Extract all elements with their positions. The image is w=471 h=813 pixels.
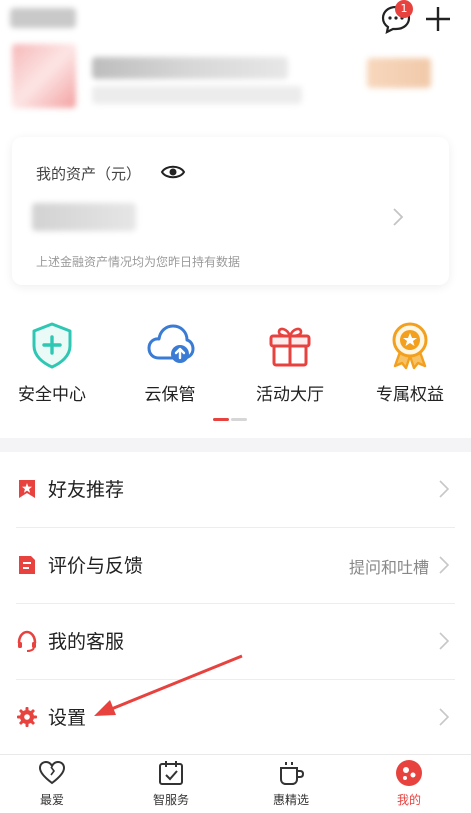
tab-label: 惠精选	[272, 793, 309, 807]
headset-icon	[17, 630, 37, 652]
assets-card[interactable]: 我的资产（元） 上述金融资产情况均为您昨日持有数据	[12, 137, 449, 285]
profile-icon	[396, 760, 422, 786]
menu-item-label: 我的客服	[48, 631, 125, 653]
pager-dot	[231, 418, 247, 421]
avatar[interactable]	[12, 44, 76, 108]
bottom-tab-bar: 最爱 智服务 惠精选 我的	[0, 754, 471, 813]
chevron-right-icon	[392, 207, 404, 231]
blurred-username	[92, 57, 288, 79]
menu-item-label: 好友推荐	[48, 479, 125, 501]
message-badge: 1	[395, 0, 413, 18]
tab-selected-deals[interactable]: 惠精选	[251, 759, 331, 813]
blurred-app-label	[10, 8, 76, 28]
add-button[interactable]	[424, 5, 454, 35]
calendar-check-icon	[159, 761, 183, 785]
tab-smart-service[interactable]: 智服务	[131, 759, 211, 813]
blurred-user-subtitle	[92, 86, 302, 104]
heart-icon	[38, 760, 66, 785]
assets-note: 上述金融资产情况均为您昨日持有数据	[36, 255, 241, 269]
quick-action-cloud-custody[interactable]: 云保管	[111, 320, 229, 410]
gift-icon	[269, 327, 311, 367]
quick-action-security-center[interactable]: 安全中心	[0, 320, 111, 410]
annotation-arrow	[94, 654, 243, 716]
gear-icon	[17, 707, 37, 727]
quick-action-label: 云保管	[144, 385, 196, 405]
cup-icon	[280, 762, 305, 785]
tab-favorites[interactable]: 最爱	[12, 759, 92, 813]
blurred-asset-amount	[32, 203, 136, 231]
menu-item-label: 设置	[48, 707, 87, 729]
shield-plus-icon	[32, 322, 72, 369]
quick-action-label: 活动大厅	[256, 385, 324, 405]
assets-title: 我的资产（元）	[36, 165, 142, 183]
tab-label: 我的	[396, 793, 421, 807]
menu-item-friend-referral[interactable]: 好友推荐	[0, 452, 471, 527]
cloud-upload-icon	[147, 324, 195, 363]
add-icon	[426, 7, 450, 31]
menu-item-feedback[interactable]: 评价与反馈 提问和吐槽	[0, 528, 471, 603]
quick-action-exclusive-benefits[interactable]: 专属权益	[351, 320, 469, 410]
tab-label: 智服务	[152, 793, 189, 807]
profile-header-area: 1 我的资产（元） 上述金融资产情况均为您昨日持有数据 安全中心 云保管 活动大…	[0, 0, 471, 438]
tab-mine[interactable]: 我的	[369, 759, 449, 813]
menu-item-extra: 提问和吐槽	[348, 558, 429, 577]
pager-dot-active	[213, 418, 229, 421]
visibility-toggle[interactable]	[160, 161, 186, 187]
quick-action-label: 专属权益	[376, 385, 444, 405]
eye-icon	[160, 165, 186, 179]
chevron-right-icon	[439, 632, 449, 650]
bookmark-star-icon	[19, 480, 35, 498]
chevron-right-icon	[439, 556, 449, 574]
menu-item-label: 评价与反馈	[48, 555, 144, 577]
chevron-right-icon	[439, 480, 449, 498]
feedback-icon	[19, 556, 35, 574]
medal-icon	[392, 322, 428, 370]
tab-label: 最爱	[39, 793, 64, 807]
quick-action-label: 安全中心	[18, 385, 86, 405]
quick-action-events-hall[interactable]: 活动大厅	[231, 320, 349, 410]
chevron-right-icon	[439, 708, 449, 726]
blurred-member-badge[interactable]	[367, 58, 431, 88]
